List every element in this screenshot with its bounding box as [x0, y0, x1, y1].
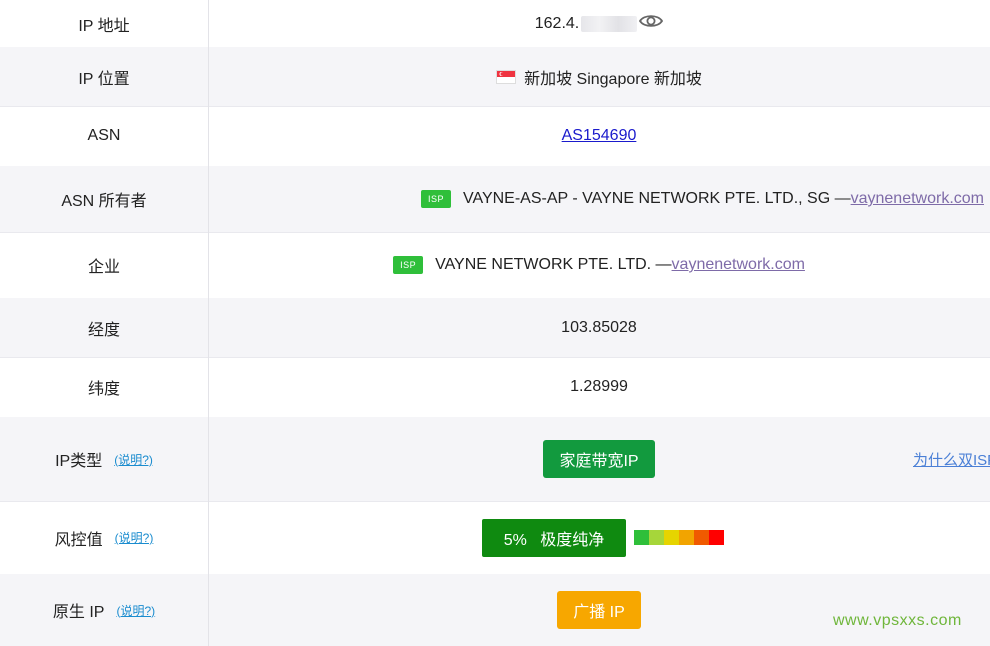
risk-percent: 5% — [503, 531, 527, 549]
ip-type-label-cell: IP类型 (说明?) — [0, 417, 209, 501]
ip-address-value-cell: 162.4. — [208, 0, 990, 47]
longitude-value: 103.85028 — [561, 318, 637, 336]
ip-type-label: IP类型 — [55, 453, 103, 470]
ip-address-value: 162.4. — [534, 14, 580, 32]
asn-link[interactable]: AS154690 — [562, 127, 637, 145]
risk-value-cell: 5% 极度纯净 — [208, 501, 990, 574]
row-native-ip: 原生 IP (说明?) 广播 IP — [0, 574, 990, 646]
ip-location-label: IP 位置 — [0, 47, 209, 106]
eye-icon[interactable] — [639, 13, 664, 34]
company-value: VAYNE NETWORK PTE. LTD. — — [435, 256, 672, 273]
row-company: 企业 ISP VAYNE NETWORK PTE. LTD. — vaynene… — [0, 232, 990, 299]
company-value-cell: ISP VAYNE NETWORK PTE. LTD. — vaynenetwo… — [208, 232, 990, 298]
native-ip-value-cell: 广播 IP — [208, 574, 990, 646]
risk-help-link[interactable]: (说明?) — [115, 529, 154, 546]
risk-score-badge: 5% 极度纯净 — [481, 518, 627, 557]
company-label: 企业 — [0, 232, 209, 298]
risk-scale-segment — [634, 530, 650, 545]
asn-value-cell: AS154690 — [208, 106, 990, 166]
singapore-flag-icon — [496, 69, 517, 84]
risk-level: 极度纯净 — [540, 531, 605, 549]
asn-owner-value: VAYNE-AS-AP - VAYNE NETWORK PTE. LTD., S… — [462, 190, 851, 207]
ip-masked-digits — [581, 15, 638, 32]
asn-owner-value-cell: ISP VAYNE-AS-AP - VAYNE NETWORK PTE. LTD… — [208, 166, 990, 232]
row-asn-owner: ASN 所有者 ISP VAYNE-AS-AP - VAYNE NETWORK … — [0, 166, 990, 233]
longitude-label: 经度 — [0, 298, 209, 357]
risk-scale-segment — [649, 530, 665, 545]
asn-owner-label: ASN 所有者 — [0, 166, 209, 232]
ip-location-value: 新加坡 Singapore 新加坡 — [524, 70, 702, 88]
row-risk-score: 风控值 (说明?) 5% 极度纯净 — [0, 501, 990, 575]
row-asn: ASN AS154690 — [0, 106, 990, 167]
native-ip-label-cell: 原生 IP (说明?) — [0, 574, 209, 646]
native-ip-label: 原生 IP — [52, 604, 105, 621]
risk-scale-segment — [664, 530, 680, 545]
isp-badge: ISP — [420, 190, 451, 208]
native-ip-help-link[interactable]: (说明?) — [116, 602, 155, 619]
row-ip-type: IP类型 (说明?) 家庭带宽IP 为什么双ISP — [0, 417, 990, 502]
risk-color-scale — [634, 530, 725, 545]
risk-label-cell: 风控值 (说明?) — [0, 501, 209, 574]
ip-type-help-link[interactable]: (说明?) — [114, 451, 153, 468]
risk-scale-segment — [679, 530, 695, 545]
risk-scale-segment — [709, 530, 725, 545]
row-longitude: 经度 103.85028 — [0, 298, 990, 358]
why-dual-isp-link[interactable]: 为什么双ISP — [913, 417, 990, 501]
ip-location-value-cell: 新加坡 Singapore 新加坡 — [208, 47, 990, 106]
asn-owner-domain-link[interactable]: vaynenetwork.com — [851, 190, 984, 208]
ip-address-label: IP 地址 — [0, 0, 209, 47]
latitude-label: 纬度 — [0, 357, 209, 417]
row-latitude: 纬度 1.28999 — [0, 357, 990, 418]
ip-type-badge: 家庭带宽IP — [543, 440, 655, 478]
watermark: www.vpsxxs.com — [833, 612, 962, 629]
asn-label: ASN — [0, 106, 209, 166]
row-ip-location: IP 位置 新加坡 Singapore 新加坡 — [0, 47, 990, 107]
ip-type-value-cell: 家庭带宽IP — [208, 417, 990, 501]
latitude-value: 1.28999 — [570, 378, 628, 395]
isp-badge: ISP — [393, 256, 424, 274]
row-ip-address: IP 地址 162.4. — [0, 0, 990, 48]
company-domain-link[interactable]: vaynenetwork.com — [672, 256, 805, 274]
risk-scale-segment — [694, 530, 710, 545]
risk-label: 风控值 — [54, 531, 103, 549]
native-ip-badge: 广播 IP — [557, 591, 641, 629]
